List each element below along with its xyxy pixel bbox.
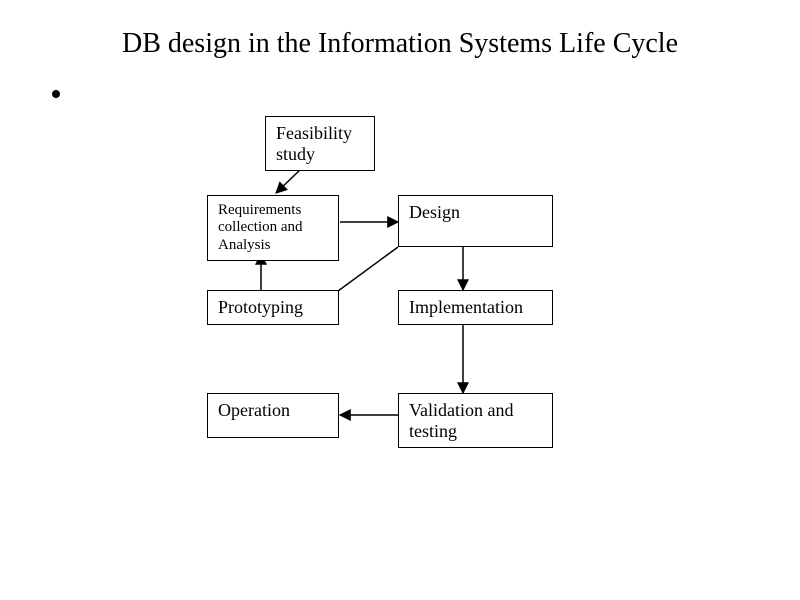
node-design: Design <box>398 195 553 247</box>
node-implementation: Implementation <box>398 290 553 325</box>
node-validation: Validation andtesting <box>398 393 553 448</box>
node-operation: Operation <box>207 393 339 438</box>
node-requirements: Requirementscollection andAnalysis <box>207 195 339 261</box>
lifecycle-diagram: Feasibilitystudy Requirementscollection … <box>0 0 800 600</box>
arrow-feasibility-requirements <box>276 168 302 193</box>
node-prototyping: Prototyping <box>207 290 339 325</box>
node-feasibility: Feasibilitystudy <box>265 116 375 171</box>
